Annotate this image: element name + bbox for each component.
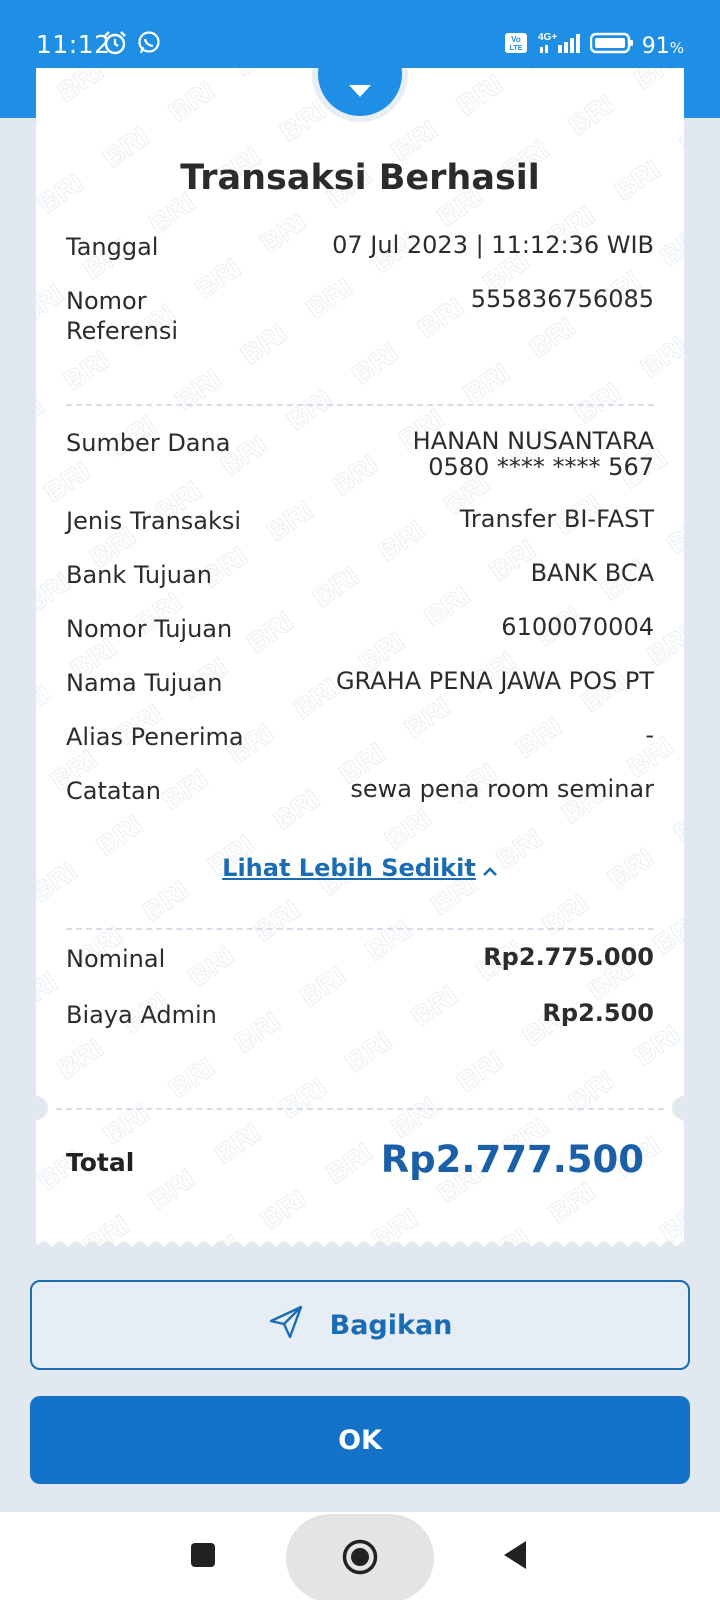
nama-tujuan-value: GRAHA PENA JAWA POS PT	[335, 667, 654, 695]
nominal-value: Rp2.775.000	[483, 943, 654, 971]
nomor-referensi-label: Nomor Referensi	[66, 287, 179, 345]
chevron-down-icon	[349, 85, 371, 97]
page-title: Transaksi Berhasil	[180, 158, 540, 198]
divider	[56, 1108, 664, 1110]
receipt-card: BRI Transaksi Berhasil Tanggal 07 Jul 20…	[36, 68, 684, 1246]
tanggal-value: 07 Jul 2023 | 11:12:36 WIB	[332, 231, 654, 259]
row-nomor-referensi: Nomor Referensi 555836756085	[66, 286, 654, 350]
whatsapp-icon	[136, 30, 162, 62]
nomor-tujuan-label: Nomor Tujuan	[66, 615, 233, 643]
battery-percent: 91%	[641, 33, 684, 59]
alarm-icon	[102, 30, 128, 62]
back-icon[interactable]	[502, 1540, 528, 1574]
ticket-notch	[672, 1096, 684, 1120]
volte-icon: Vo LTE	[504, 31, 528, 61]
divider	[66, 404, 654, 406]
ticket-notch	[36, 1096, 48, 1120]
collapse-handle[interactable]	[312, 68, 408, 122]
jenis-transaksi-label: Jenis Transaksi	[66, 507, 242, 535]
send-icon	[268, 1305, 304, 1346]
status-time: 11:12	[36, 30, 111, 59]
svg-text:4G+: 4G+	[538, 32, 557, 43]
sumber-dana-label: Sumber Dana	[66, 429, 231, 457]
show-less-link[interactable]: Lihat Lebih Sedikit	[36, 854, 684, 882]
row-sumber-dana: Sumber Dana HANAN NUSANTARA 0580 **** ***…	[66, 428, 654, 484]
biaya-admin-label: Biaya Admin	[66, 1001, 217, 1029]
nomor-tujuan-value: 6100070004	[501, 613, 654, 641]
nama-tujuan-label: Nama Tujuan	[66, 669, 223, 697]
ok-label: OK	[338, 1424, 382, 1456]
battery-icon	[589, 32, 634, 60]
alias-penerima-label: Alias Penerima	[66, 723, 244, 751]
nominal-label: Nominal	[66, 945, 166, 973]
biaya-admin-value: Rp2.500	[542, 999, 654, 1027]
svg-text:Vo: Vo	[511, 35, 521, 44]
svg-text:LTE: LTE	[509, 45, 522, 52]
share-label: Bagikan	[329, 1309, 453, 1341]
alias-penerima-value: -	[645, 721, 654, 749]
catatan-value: sewa pena room seminar	[350, 775, 654, 803]
bank-tujuan-value: BANK BCA	[530, 559, 654, 587]
chevron-up-icon	[482, 854, 498, 882]
receipt-scalloped-edge	[36, 1234, 684, 1248]
recent-apps-icon[interactable]	[190, 1542, 216, 1572]
home-icon[interactable]	[341, 1538, 379, 1580]
jenis-transaksi-value: Transfer BI-FAST	[459, 505, 654, 533]
ok-button[interactable]: OK	[30, 1396, 690, 1484]
nomor-referensi-value: 555836756085	[470, 285, 654, 313]
divider	[66, 928, 654, 930]
total-label: Total	[66, 1148, 135, 1177]
bank-tujuan-label: Bank Tujuan	[66, 561, 212, 589]
sumber-dana-value: HANAN NUSANTARA 0580 **** **** 567	[412, 427, 654, 481]
system-nav-bar	[0, 1512, 720, 1600]
catatan-label: Catatan	[66, 777, 161, 805]
tanggal-label: Tanggal	[66, 233, 159, 261]
signal-icon: 4G+	[536, 30, 582, 62]
total-value: Rp2.777.500	[380, 1138, 644, 1181]
share-button[interactable]: Bagikan	[30, 1280, 690, 1370]
